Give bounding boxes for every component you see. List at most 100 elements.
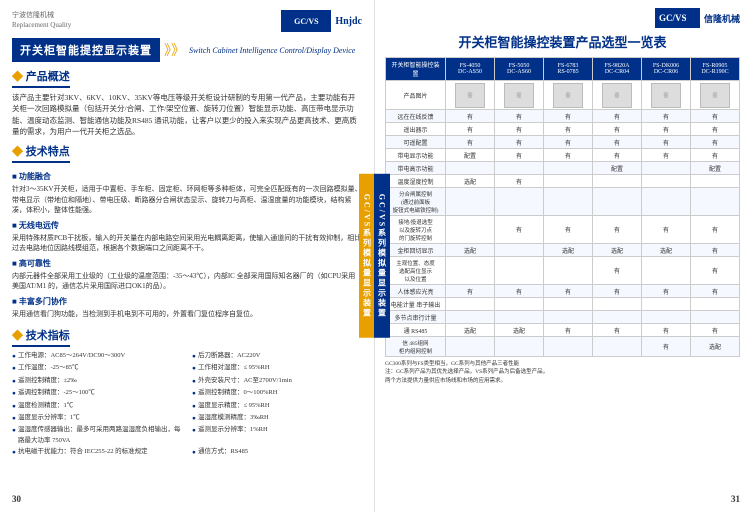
bullet: ● [192, 389, 196, 399]
specs-heading: 技术指标 [12, 327, 70, 347]
cell [642, 311, 691, 324]
product-img-2: 图 [495, 81, 544, 110]
bullet: ● [12, 364, 16, 374]
spec-item: ● 外壳安装尺寸：AC至2700V/1min [192, 376, 362, 387]
spec-text: 遥调控制精度：-25～100℃ [18, 388, 95, 398]
product-img-5: 图 [642, 81, 691, 110]
feature-label: 产品图片 [386, 81, 446, 110]
cell [691, 298, 740, 311]
cell: 配置 [691, 162, 740, 175]
spec-item: ● 后刀断路器：AC220V [192, 351, 362, 362]
cell: 有 [544, 324, 593, 337]
right-brand: 信隆机械 [704, 12, 740, 25]
cell: 有 [446, 285, 495, 298]
spec-item: ● 遥测控制精度：0～100%RH [192, 388, 362, 399]
feature-label: 可遥配置 [386, 136, 446, 149]
img-placeholder: 图 [504, 83, 534, 108]
cell: 有 [691, 136, 740, 149]
table-row: 温度湿度控制 选配 有 [386, 175, 740, 188]
spec-item: ● 温度显示精度：≤ 95%RH [192, 401, 362, 412]
cell: 选配 [446, 244, 495, 257]
feature-label: 信 485组网柜内组网控制 [386, 337, 446, 357]
spec-text: 抗电磁干扰能力：符合 IEC255-22 的标准规定 [18, 447, 148, 457]
cell: 有 [593, 110, 642, 123]
img-placeholder: 图 [602, 83, 632, 108]
logo-text: GC/VS [294, 17, 318, 26]
cell: 有 [691, 216, 740, 244]
table-header-m2: FS-5050DC-AS60 [495, 58, 544, 81]
cell: 有 [495, 285, 544, 298]
cell [544, 337, 593, 357]
tech-feature-3: ■ 高可靠性 内部元器件全部采用工业级的（工业级的温度范围：-35～43℃），内… [12, 258, 362, 292]
left-header: 宁波信隆机械 Replacement Quality GC/VS Hnjdc [12, 10, 362, 32]
cell: 有 [446, 110, 495, 123]
feature-label: 遥出器示 [386, 123, 446, 136]
cell: 有 [642, 110, 691, 123]
table-row: 人体感应光亮 有 有 有 有 有 有 [386, 285, 740, 298]
spec-item: ● 通信方式：RS485 [192, 447, 362, 458]
cell: 有 [642, 149, 691, 162]
cell [593, 311, 642, 324]
table-row: 带电显示功能 配置 有 有 有 有 有 [386, 149, 740, 162]
cell [544, 298, 593, 311]
cell: 有 [495, 123, 544, 136]
spec-item: ● 工作温度：-25～85℃ [12, 363, 182, 374]
tech-content-3: 内部元器件全部采用工业级的（工业级的温度范围：-35～43℃），内部IC 全部采… [12, 271, 362, 292]
side-label-left: GC/VS系列模拟量显示装置 [359, 174, 375, 338]
spec-item: ● 工作电源：AC85～264V/DC90～300V [12, 351, 182, 362]
feature-label: 金柜回切显示 [386, 244, 446, 257]
cell [544, 175, 593, 188]
cell: 有 [642, 123, 691, 136]
spec-text: 工作相对湿度：≤ 95%RH [198, 363, 270, 373]
spec-text: 工作温度：-25～85℃ [18, 363, 79, 373]
table-row: 多节点串行计量 [386, 311, 740, 324]
spec-text: 温湿度传感器输出：最多可采用两路温湿度负相输出，每路最大功率 750VA [18, 425, 182, 446]
table-header-m3: FS-6783RS-0785 [544, 58, 593, 81]
cell [495, 188, 544, 216]
logo-area: GC/VS Hnjdc [281, 10, 362, 32]
bullet: ● [192, 426, 196, 436]
cell [495, 337, 544, 357]
cell: 有 [593, 149, 642, 162]
cell [544, 311, 593, 324]
cell [495, 311, 544, 324]
cell [446, 337, 495, 357]
tech-feature-4: ■ 丰富多门协作 采用通信看门狗功能，当检测到手机电到不可用的，外置看门复位程序… [12, 296, 362, 320]
cell: 有 [691, 324, 740, 337]
table-row: 电能计量 串子输出 [386, 298, 740, 311]
product-table: 开关柜智能操控装置 FS-4050DC-AS50 FS-5050DC-AS60 … [385, 57, 740, 357]
feature-label: 带电显示功能 [386, 149, 446, 162]
cell: 选配 [642, 244, 691, 257]
cell: 有 [642, 324, 691, 337]
bullet: ● [192, 364, 196, 374]
right-logo-text: GC/VS [657, 9, 697, 27]
page-number-right: 31 [731, 494, 740, 504]
product-img-3: 图 [544, 81, 593, 110]
notes: GC300系列与FS类型相当，GC系列与其他产品三者性能 注：GC系列产品为其优… [385, 360, 740, 385]
table-row: 可遥配置 有 有 有 有 有 有 [386, 136, 740, 149]
title-section: 开关柜智能提控显示装置 》》 Switch Cabinet Intelligen… [12, 38, 362, 62]
cell [495, 257, 544, 285]
bullet: ● [12, 448, 16, 458]
cell: 有 [446, 136, 495, 149]
spec-text: 通信方式：RS485 [198, 447, 248, 457]
table-header-m5: FS-DK006DC-CR06 [642, 58, 691, 81]
img-placeholder: 图 [651, 83, 681, 108]
table-row: 分合闸属控制(通过前面板旋钮式电磁铁控制) [386, 188, 740, 216]
spec-text: 温度显示分辨率：1℃ [18, 413, 80, 423]
spec-text: 温度显示精度：≤ 95%RH [198, 401, 270, 411]
cell: 有 [691, 123, 740, 136]
company-line1: 宁波信隆机械 [12, 11, 71, 21]
table-header-m1: FS-4050DC-AS50 [446, 58, 495, 81]
cell: 选配 [446, 324, 495, 337]
feature-label: 远在在线反馈 [386, 110, 446, 123]
table-header-m4: FS-9820ADC-CR04 [593, 58, 642, 81]
cell: 选配 [495, 324, 544, 337]
table-header-feature: 开关柜智能操控装置 [386, 58, 446, 81]
tech-feature-2: ■ 无线电远传 采用特殊材质PCB干扰板，输入的开关量在内部电路空间采用光电耦离… [12, 220, 362, 254]
cell: 有 [642, 216, 691, 244]
spec-item: ● 温度检测精度：1℃ [12, 401, 182, 412]
bullet: ● [12, 377, 16, 387]
cell [691, 188, 740, 216]
cell: 有 [544, 285, 593, 298]
